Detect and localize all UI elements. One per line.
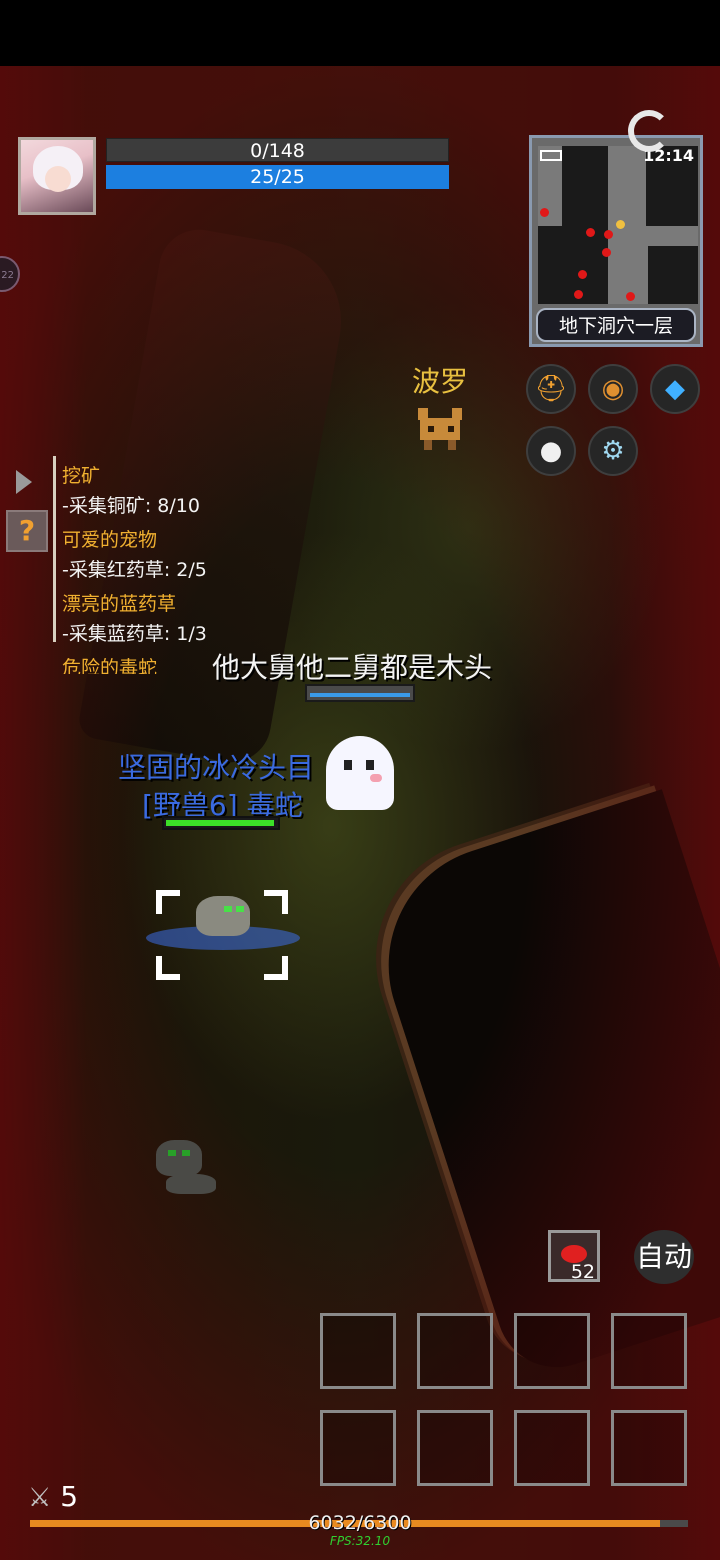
level-value: 5 (60, 1480, 79, 1513)
quick-item-slot[interactable]: 52 (548, 1230, 600, 1283)
side-badge-text: 22 (1, 270, 14, 281)
minimap-area (538, 146, 698, 304)
minimap-player-marker (616, 220, 625, 229)
quest-help-icon[interactable]: ? (6, 510, 48, 552)
minimap-enemy-marker (574, 290, 583, 299)
snake-eye (224, 906, 232, 912)
pet-fox-sprite[interactable] (414, 404, 468, 452)
quest-collapse-arrow-icon[interactable] (16, 470, 32, 494)
exp-text: 6032/6300 (308, 1512, 412, 1534)
settings-button[interactable]: ⚙ (588, 426, 638, 476)
boss-hp-bar (162, 816, 280, 830)
skill-slot[interactable] (514, 1313, 590, 1389)
pet-name-label: 波罗 (412, 365, 469, 398)
npc-mana-bar (305, 684, 415, 702)
system-status-bar (0, 0, 720, 66)
ghost-blush (370, 774, 382, 782)
target-corner (156, 956, 180, 980)
quest-list[interactable]: 挖矿 -采集铜矿: 8/10 可爱的宠物 -采集红药草: 2/5 漂亮的蓝药草 … (62, 458, 322, 674)
target-corner (264, 890, 288, 914)
skill-slot[interactable] (320, 1313, 396, 1389)
quest-task: -采集红药草: 2/5 (62, 559, 207, 581)
snake-eye (236, 906, 244, 912)
minimap-enemy-marker (604, 230, 613, 239)
inventory-button[interactable]: ◉ (588, 364, 638, 414)
skill-slot[interactable] (514, 1410, 590, 1486)
helmet-icon: ⛑ (534, 374, 568, 404)
npc-mana-fill (310, 693, 410, 697)
minimap-wall (562, 146, 608, 304)
crossed-swords-icon: ⚔ (28, 1483, 52, 1513)
crystal-icon: ◆ (665, 374, 685, 404)
gem-button[interactable]: ◆ (650, 364, 700, 414)
ghost-eye (366, 760, 374, 770)
snake-eye (168, 1150, 176, 1156)
skill-slot[interactable] (611, 1313, 687, 1389)
snake-eye (182, 1150, 190, 1156)
boss-hp-fill (166, 820, 274, 826)
minimap-enemy-marker (626, 292, 635, 301)
hp-text: 0/148 (250, 140, 305, 162)
boss-title-label: 坚固的冰冷头目 (118, 751, 315, 784)
target-selection-frame[interactable] (146, 890, 300, 980)
battery-icon (540, 150, 562, 161)
refresh-icon[interactable] (628, 110, 670, 152)
ghost-eye (344, 760, 352, 770)
minimap-wall (648, 246, 698, 304)
skill-slot[interactable] (611, 1410, 687, 1486)
skill-slot[interactable] (320, 1410, 396, 1486)
quick-item-count: 52 (570, 1261, 595, 1283)
quest-task: -采集铜矿: 8/10 (62, 495, 200, 517)
npc-name-label: 他大舅他二舅都是木头 (212, 651, 493, 684)
snake-enemy-sprite[interactable] (156, 1140, 216, 1198)
snake-body (156, 1140, 202, 1176)
minimap-wall (538, 226, 568, 304)
penguin-icon: ● (539, 436, 563, 466)
avatar-face (45, 166, 71, 192)
snake-boss-sprite[interactable] (196, 896, 250, 936)
target-corner (264, 956, 288, 980)
snake-tail (166, 1174, 216, 1194)
location-name: 地下洞穴一层 (536, 308, 696, 342)
quest-title[interactable]: 漂亮的蓝药草 (62, 586, 322, 618)
quest-title[interactable]: 挖矿 (62, 458, 322, 490)
skill-slot[interactable] (417, 1410, 493, 1486)
minimap[interactable]: 12:14 地下洞穴一层 (529, 135, 703, 347)
ghost-npc-sprite[interactable] (326, 736, 394, 810)
quest-divider (53, 456, 56, 642)
auto-button[interactable]: 自动 (634, 1230, 694, 1284)
player-level: ⚔ 5 (28, 1480, 78, 1513)
skill-slot[interactable] (417, 1313, 493, 1389)
bag-icon: ◉ (601, 374, 625, 404)
mp-bar: 25/25 (106, 165, 449, 189)
minimap-enemy-marker (602, 248, 611, 257)
mp-text: 25/25 (250, 166, 305, 188)
minimap-enemy-marker (586, 228, 595, 237)
minimap-enemy-marker (578, 270, 587, 279)
quest-title[interactable]: 可爱的宠物 (62, 522, 322, 554)
minimap-enemy-marker (540, 208, 549, 217)
pet-button[interactable]: ● (526, 426, 576, 476)
hp-bar: 0/148 (106, 138, 449, 162)
player-avatar[interactable] (18, 137, 96, 215)
equipment-button[interactable]: ⛑ (526, 364, 576, 414)
gear-icon: ⚙ (601, 436, 625, 466)
fps-counter: FPS:32.10 (329, 1534, 391, 1548)
target-corner (156, 890, 180, 914)
